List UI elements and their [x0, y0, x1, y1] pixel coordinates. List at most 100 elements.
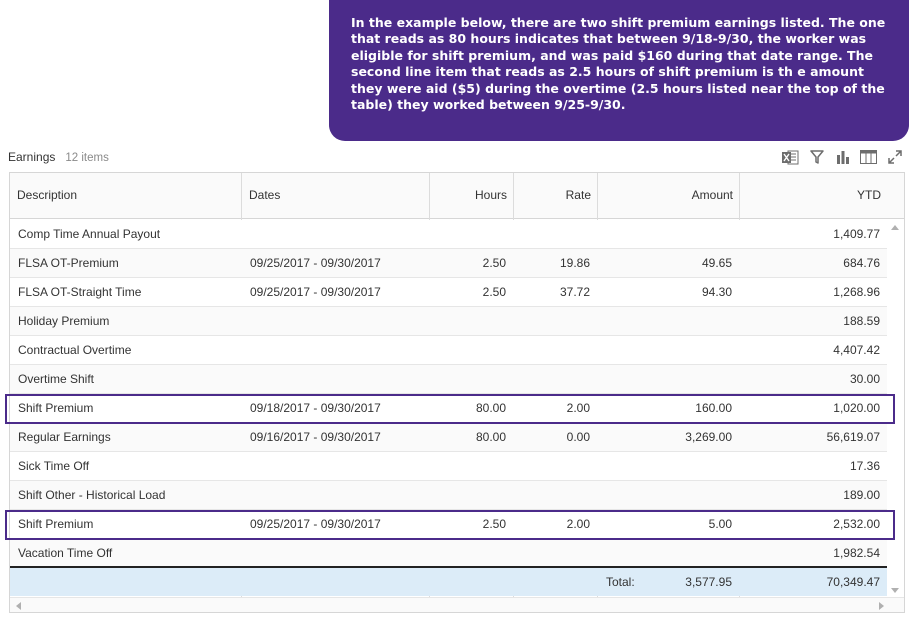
cell-amount [598, 452, 740, 480]
total-amount: 3,577.95 [685, 575, 732, 589]
callout-text: In the example below, there are two shif… [351, 15, 886, 113]
table-row[interactable]: Shift Other - Historical Load 189.00 [10, 481, 888, 510]
cell-rate [514, 220, 598, 248]
chart-icon[interactable] [834, 149, 851, 165]
cell-amount: 160.00 [695, 401, 732, 415]
table-row[interactable]: FLSA OT-Straight Time 09/25/2017 - 09/30… [10, 278, 888, 307]
cell-hours: 2.50 [482, 256, 506, 270]
cell-rate [514, 307, 598, 335]
cell-amount: 49.65 [701, 256, 732, 270]
column-header-amount[interactable]: Amount [598, 173, 740, 218]
earnings-item-count: 12 items [65, 152, 109, 164]
table-row[interactable]: Sick Time Off 17.36 [10, 452, 888, 481]
cell-description: Holiday Premium [18, 314, 110, 328]
grid-toolbar [782, 149, 903, 165]
cell-dates [242, 336, 430, 364]
table-row[interactable]: Holiday Premium 188.59 [10, 307, 888, 336]
cell-dates: 09/25/2017 - 09/30/2017 [250, 285, 381, 299]
cell-amount: 94.30 [701, 285, 732, 299]
cell-dates [242, 365, 430, 393]
cell-amount: 3,269.00 [685, 430, 732, 444]
cell-rate: 2.00 [566, 517, 590, 531]
table-row[interactable]: Shift Premium 09/25/2017 - 09/30/2017 2.… [10, 510, 888, 539]
scroll-right-icon[interactable] [879, 602, 884, 610]
total-row: Total: 3,577.95 70,349.47 [10, 566, 888, 596]
cell-ytd: 1,982.54 [833, 546, 880, 560]
cell-ytd: 4,407.42 [833, 343, 880, 357]
cell-amount [598, 336, 740, 364]
cell-dates [242, 481, 430, 509]
cell-description: Shift Premium [18, 401, 94, 415]
cell-hours [430, 307, 514, 335]
grid-header-row: Description Dates Hours Rate Amount YTD [10, 173, 904, 219]
cell-description: Overtime Shift [18, 372, 95, 386]
cell-dates [242, 220, 430, 248]
cell-hours: 2.50 [482, 285, 506, 299]
cell-ytd: 189.00 [843, 488, 880, 502]
grid-body: Comp Time Annual Payout 1,409.77 FLSA OT… [10, 220, 888, 568]
cell-ytd: 17.36 [849, 459, 880, 473]
earnings-grid: Description Dates Hours Rate Amount YTD … [9, 172, 905, 613]
table-row[interactable]: Regular Earnings 09/16/2017 - 09/30/2017… [10, 423, 888, 452]
cell-dates: 09/16/2017 - 09/30/2017 [250, 430, 381, 444]
cell-description: FLSA OT-Straight Time [18, 285, 142, 299]
cell-hours [430, 365, 514, 393]
cell-description: Vacation Time Off [18, 546, 113, 560]
earnings-title: Earnings [8, 150, 56, 164]
scroll-left-icon[interactable] [16, 602, 21, 610]
cell-amount [598, 220, 740, 248]
expand-icon[interactable] [886, 149, 903, 165]
cell-ytd: 1,268.96 [833, 285, 880, 299]
table-row[interactable]: Contractual Overtime 4,407.42 [10, 336, 888, 365]
cell-hours: 2.50 [482, 517, 506, 531]
cell-description: Comp Time Annual Payout [18, 227, 161, 241]
cell-hours [430, 481, 514, 509]
horizontal-scrollbar[interactable] [10, 597, 904, 612]
cell-rate: 2.00 [566, 401, 590, 415]
cell-rate: 19.86 [559, 256, 590, 270]
cell-description: Sick Time Off [18, 459, 90, 473]
table-row[interactable]: Vacation Time Off 1,982.54 [10, 539, 888, 568]
column-header-description[interactable]: Description [10, 173, 242, 218]
cell-description: FLSA OT-Premium [18, 256, 119, 270]
cell-ytd: 56,619.07 [826, 430, 880, 444]
cell-dates: 09/18/2017 - 09/30/2017 [250, 401, 381, 415]
table-row[interactable]: Overtime Shift 30.00 [10, 365, 888, 394]
cell-dates: 09/25/2017 - 09/30/2017 [250, 517, 381, 531]
cell-rate [514, 452, 598, 480]
cell-ytd: 30.00 [849, 372, 880, 386]
cell-amount [598, 365, 740, 393]
column-header-hours[interactable]: Hours [430, 173, 514, 218]
scroll-up-icon[interactable] [891, 225, 899, 230]
table-row[interactable]: Shift Premium 09/18/2017 - 09/30/2017 80… [10, 394, 888, 423]
vertical-scrollbar[interactable] [887, 219, 904, 597]
cell-dates [242, 452, 430, 480]
cell-ytd: 684.76 [843, 256, 880, 270]
cell-ytd: 188.59 [843, 314, 880, 328]
scroll-down-icon[interactable] [891, 588, 899, 593]
cell-rate: 0.00 [566, 430, 590, 444]
cell-dates [242, 539, 430, 567]
table-row[interactable]: FLSA OT-Premium 09/25/2017 - 09/30/2017 … [10, 249, 888, 278]
columns-icon[interactable] [860, 149, 877, 165]
cell-hours: 80.00 [475, 430, 506, 444]
filter-icon[interactable] [808, 149, 825, 165]
cell-ytd: 1,409.77 [833, 227, 880, 241]
cell-description: Regular Earnings [18, 430, 111, 444]
cell-description: Shift Other - Historical Load [18, 488, 166, 502]
total-ytd: 70,349.47 [826, 575, 880, 589]
column-header-ytd[interactable]: YTD [740, 173, 888, 218]
earnings-header: Earnings 12 items [8, 150, 109, 166]
table-row[interactable]: Comp Time Annual Payout 1,409.77 [10, 220, 888, 249]
cell-rate [514, 539, 598, 567]
cell-description: Contractual Overtime [18, 343, 132, 357]
column-header-dates[interactable]: Dates [242, 173, 430, 218]
cell-dates: 09/25/2017 - 09/30/2017 [250, 256, 381, 270]
column-header-rate[interactable]: Rate [514, 173, 598, 218]
excel-export-icon[interactable] [782, 149, 799, 165]
cell-hours [430, 452, 514, 480]
cell-description: Shift Premium [18, 517, 94, 531]
cell-hours: 80.00 [475, 401, 506, 415]
cell-rate [514, 336, 598, 364]
cell-hours [430, 539, 514, 567]
